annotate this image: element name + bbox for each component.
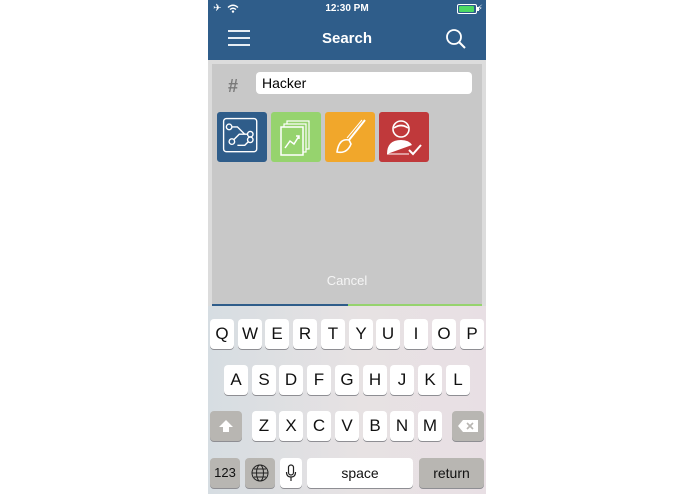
- key-q[interactable]: Q: [210, 319, 234, 349]
- key-m[interactable]: M: [418, 411, 442, 441]
- backspace-icon: [458, 420, 478, 432]
- paint-brush-icon: [336, 119, 366, 154]
- category-growth-chart[interactable]: [271, 112, 321, 162]
- category-paint-brush[interactable]: [325, 112, 375, 162]
- key-d[interactable]: D: [279, 365, 303, 395]
- shift-key[interactable]: [210, 411, 242, 441]
- key-a[interactable]: A: [224, 365, 248, 395]
- key-o[interactable]: O: [432, 319, 456, 349]
- search-panel: # Hacker Cancel: [212, 64, 482, 304]
- key-y[interactable]: Y: [349, 319, 373, 349]
- circuit-board-icon: [222, 117, 258, 153]
- growth-chart-icon: [280, 120, 310, 156]
- category-circuit-board[interactable]: [217, 112, 267, 162]
- return-key[interactable]: return: [419, 458, 484, 488]
- key-p[interactable]: P: [460, 319, 484, 349]
- key-n[interactable]: N: [390, 411, 414, 441]
- microphone-key[interactable]: [280, 458, 302, 488]
- key-w[interactable]: W: [238, 319, 262, 349]
- battery-icon: [457, 4, 479, 14]
- key-z[interactable]: Z: [252, 411, 276, 441]
- key-b[interactable]: B: [363, 411, 387, 441]
- key-v[interactable]: V: [335, 411, 359, 441]
- charging-bolt-icon: ⚡: [476, 3, 483, 13]
- key-h[interactable]: H: [363, 365, 387, 395]
- cancel-button[interactable]: Cancel: [212, 273, 482, 288]
- key-r[interactable]: R: [293, 319, 317, 349]
- phone-screen: ✈ 12:30 PM ⚡ Search # Hacker Cancel Q W …: [208, 0, 486, 494]
- keyboard: Q W E R T Y U I O P A S D F G H J K L Z …: [208, 306, 486, 494]
- key-t[interactable]: T: [321, 319, 345, 349]
- key-u[interactable]: U: [376, 319, 400, 349]
- key-i[interactable]: I: [404, 319, 428, 349]
- globe-icon: [251, 464, 269, 482]
- key-f[interactable]: F: [307, 365, 331, 395]
- key-k[interactable]: K: [418, 365, 442, 395]
- key-g[interactable]: G: [335, 365, 359, 395]
- key-x[interactable]: X: [279, 411, 303, 441]
- shift-arrow-icon: [219, 420, 233, 432]
- key-s[interactable]: S: [252, 365, 276, 395]
- delete-key[interactable]: [452, 411, 484, 441]
- nav-bar: Search: [208, 18, 486, 60]
- key-j[interactable]: J: [390, 365, 414, 395]
- key-l[interactable]: L: [446, 365, 470, 395]
- category-verified-user[interactable]: [379, 112, 429, 162]
- key-c[interactable]: C: [307, 411, 331, 441]
- hash-label: #: [228, 76, 239, 96]
- space-key[interactable]: space: [307, 458, 413, 488]
- globe-key[interactable]: [245, 458, 275, 488]
- microphone-icon: [285, 464, 297, 481]
- verified-user-icon: [387, 120, 422, 156]
- search-input[interactable]: [256, 72, 472, 94]
- status-time: 12:30 PM: [325, 3, 369, 14]
- numbers-key[interactable]: 123: [210, 458, 240, 488]
- key-e[interactable]: E: [265, 319, 289, 349]
- search-icon[interactable]: [444, 27, 468, 51]
- status-bar: ✈ 12:30 PM ⚡: [208, 0, 486, 18]
